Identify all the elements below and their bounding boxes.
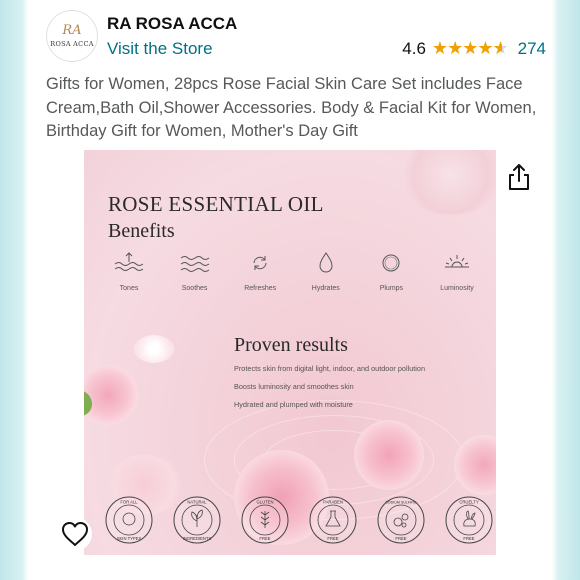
- benefit-plumps: Plumps: [360, 250, 422, 292]
- sun-icon: [444, 255, 469, 268]
- benefit-label: Tones: [119, 285, 139, 292]
- store-header: RA ROSA ACCA RA ROSA ACCA Visit the Stor…: [46, 10, 546, 62]
- flask-icon: PARABEN FREE: [309, 496, 357, 544]
- badge-bottom-label: FREE: [259, 536, 270, 541]
- leaf-icon: NATURAL INGREDIENTS: [173, 496, 221, 544]
- benefit-label: Plumps: [379, 285, 404, 292]
- wishlist-button[interactable]: [58, 517, 92, 551]
- face-icon: FOR ALL SKIN TYPES: [105, 496, 153, 544]
- circle-icon: [382, 254, 400, 272]
- hero-subheading: Benefits: [108, 220, 175, 242]
- store-name[interactable]: RA ROSA ACCA: [107, 14, 237, 34]
- certification-badges: FOR ALL SKIN TYPES NATURAL INGREDIENTS GLU…: [104, 495, 494, 545]
- benefit-soothes: Soothes: [164, 250, 226, 292]
- benefits-row: Tones Soothes Refreshes Hydrates Plumps …: [98, 250, 488, 292]
- rose-flower: [454, 435, 496, 495]
- proven-result-item: Hydrated and plumped with moisture: [234, 400, 353, 409]
- benefit-label: Soothes: [181, 285, 208, 292]
- visit-store-link[interactable]: Visit the Store: [107, 39, 213, 59]
- share-icon: [509, 164, 529, 190]
- proven-result-item: Boosts luminosity and smoothes skin: [234, 382, 354, 391]
- star-icon: ★: [431, 38, 448, 58]
- benefit-luminosity: Luminosity: [426, 250, 488, 292]
- badge-top-label: PARABEN: [323, 500, 343, 505]
- badge-top-label: GLUTEN: [257, 500, 274, 505]
- rose-petal: [134, 335, 174, 363]
- waves-arrow-icon: [114, 252, 144, 271]
- badge-bottom-label: FREE: [327, 536, 338, 541]
- benefit-label: Refreshes: [244, 285, 277, 292]
- badge-top-label: SODIUM SULFATE: [385, 501, 417, 505]
- rose-powder: [396, 150, 496, 215]
- badge-bottom-label: FREE: [463, 536, 474, 541]
- star-icon: ★: [447, 38, 463, 58]
- heart-icon: [62, 522, 88, 546]
- rating-value: 4.6: [402, 38, 426, 58]
- waves-icon: [180, 256, 209, 272]
- hero-heading: ROSE ESSENTIAL OIL: [108, 192, 324, 216]
- droplet-icon: [319, 252, 333, 273]
- benefit-tones: Tones: [98, 250, 160, 292]
- proven-results-title: Proven results: [234, 334, 348, 356]
- badge-top-label: NATURAL: [187, 500, 207, 505]
- rose-flower: [354, 420, 424, 490]
- benefit-hydrates: Hydrates: [295, 250, 357, 292]
- star-icon: ★: [462, 38, 478, 58]
- bubbles-icon: SODIUM SULFATE FREE: [377, 496, 425, 544]
- star-icon: ★: [477, 38, 493, 58]
- badge-bottom-label: SKIN TYPES: [117, 536, 142, 541]
- benefit-label: Luminosity: [440, 285, 474, 292]
- badge-top-label: FOR ALL: [120, 500, 138, 505]
- badge-bottom-label: INGREDIENTS: [183, 536, 212, 541]
- share-button[interactable]: [506, 162, 532, 192]
- proven-result-item: Protects skin from digital light, indoor…: [234, 364, 426, 373]
- benefit-label: Hydrates: [311, 285, 340, 292]
- product-card: RA ROSA ACCA RA ROSA ACCA Visit the Stor…: [28, 0, 552, 580]
- rabbit-icon: CRUELTY FREE: [445, 496, 493, 544]
- rose-flower: [84, 365, 138, 425]
- product-title: Gifts for Women, 28pcs Rose Facial Skin …: [46, 75, 537, 140]
- badge-bottom-label: FREE: [395, 536, 406, 541]
- product-image[interactable]: ROSE ESSENTIAL OIL Benefits Tones Soothe…: [84, 150, 496, 555]
- wheat-icon: GLUTEN FREE: [241, 496, 289, 544]
- star-rating: ★ ★ ★ ★ ★: [431, 38, 509, 59]
- rating-summary[interactable]: 4.6 ★ ★ ★ ★ ★ 274: [402, 38, 546, 59]
- benefit-refreshes: Refreshes: [229, 250, 291, 292]
- refresh-icon: [253, 256, 267, 270]
- half-star-icon: ★: [492, 38, 508, 59]
- rating-count[interactable]: 274: [518, 39, 546, 59]
- store-logo[interactable]: RA ROSA ACCA: [46, 10, 98, 62]
- logo-mark: RA: [62, 23, 82, 38]
- logo-text: ROSA ACCA: [50, 40, 94, 48]
- badge-top-label: CRUELTY: [459, 500, 478, 505]
